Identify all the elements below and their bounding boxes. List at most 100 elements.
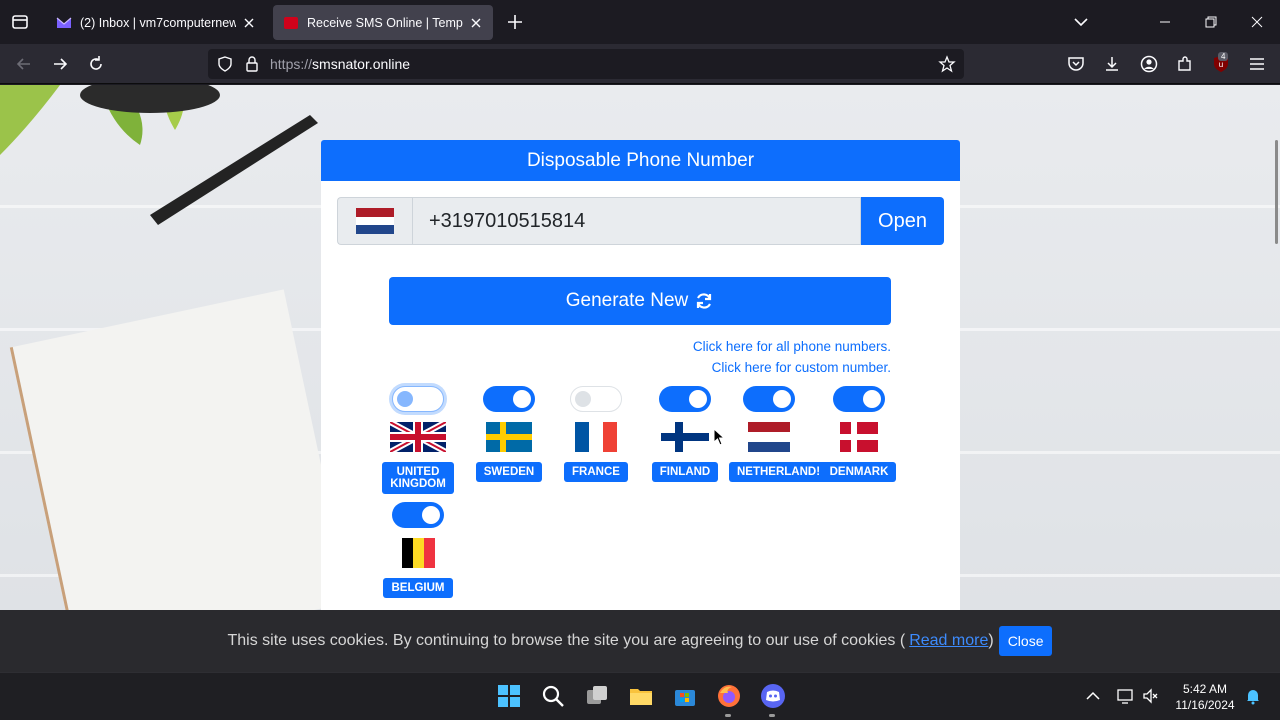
cookie-close-button[interactable]: Close <box>998 626 1053 656</box>
bookmark-star-icon[interactable] <box>938 55 956 73</box>
notification-bell-icon[interactable] <box>1244 687 1262 705</box>
reload-icon[interactable] <box>86 54 106 74</box>
tab-title: (2) Inbox | vm7computernewbo <box>80 15 236 30</box>
cookie-text: This site uses cookies. By continuing to… <box>227 632 906 649</box>
card-title: Disposable Phone Number <box>321 140 960 181</box>
windows-taskbar: 5:42 AM 11/16/2024 <box>0 672 1280 720</box>
windows-start-icon[interactable] <box>496 683 522 709</box>
url-host: smsnator.online <box>312 56 411 72</box>
country-label[interactable]: DENMARK <box>821 462 897 483</box>
cookie-banner: This site uses cookies. By continuing to… <box>0 610 1280 672</box>
selected-country-flag <box>337 197 412 245</box>
url-text: https://smsnator.online <box>270 56 410 72</box>
country-toggle[interactable] <box>659 386 711 412</box>
firefox-icon[interactable] <box>716 683 742 709</box>
country-label[interactable]: UNITED KINGDOM <box>382 462 454 495</box>
extension-badge: 4 <box>1218 52 1229 61</box>
country-label[interactable]: FINLAND <box>651 462 719 483</box>
read-more-link[interactable]: Read more <box>909 632 988 650</box>
running-app-indicator <box>769 714 775 717</box>
network-icon[interactable] <box>1116 687 1134 705</box>
custom-number-link[interactable]: Click here for custom number. <box>693 357 891 378</box>
lock-icon[interactable] <box>244 55 260 73</box>
number-row: +3197010515814 Open <box>337 197 944 245</box>
close-window-icon[interactable] <box>1234 0 1280 44</box>
chevron-up-icon[interactable] <box>1084 687 1102 705</box>
window-controls <box>1142 0 1280 44</box>
denmark-flag-icon <box>840 422 878 452</box>
search-icon[interactable] <box>540 683 566 709</box>
extensions-icon[interactable] <box>1175 54 1195 74</box>
tab-inbox[interactable]: (2) Inbox | vm7computernewbo <box>46 5 266 40</box>
clock-date: 11/16/2024 <box>1175 698 1235 712</box>
tab-receive-sms[interactable]: Receive SMS Online | Temporar <box>273 5 493 40</box>
generate-new-button[interactable]: Generate New <box>389 277 891 325</box>
plant-decoration-icon <box>0 85 318 225</box>
file-explorer-icon[interactable] <box>628 683 654 709</box>
all-numbers-link[interactable]: Click here for all phone numbers. <box>693 336 891 357</box>
open-button[interactable]: Open <box>861 197 944 245</box>
page-scrollbar[interactable] <box>1275 140 1278 244</box>
minimize-icon[interactable] <box>1142 0 1188 44</box>
forward-arrow-icon[interactable] <box>50 54 70 74</box>
finland-flag-icon <box>661 422 709 452</box>
belgium-flag-icon <box>402 538 435 568</box>
phone-number-card: Disposable Phone Number +3197010515814 O… <box>321 140 960 610</box>
cookie-close-paren: ) <box>988 632 994 649</box>
country-belgium: BELGIUM <box>378 502 458 599</box>
country-toggle[interactable] <box>483 386 535 412</box>
mouse-cursor-icon <box>713 428 725 446</box>
address-bar[interactable]: https://smsnator.online <box>208 49 964 79</box>
generate-label: Generate New <box>565 290 689 311</box>
task-view-icon[interactable] <box>584 683 610 709</box>
pocket-icon[interactable] <box>1066 54 1086 74</box>
clock-time: 5:42 AM <box>1182 682 1228 696</box>
country-toggle[interactable] <box>392 502 444 528</box>
close-tab-icon[interactable] <box>242 16 256 30</box>
country-label[interactable]: FRANCE <box>564 462 628 483</box>
chevron-down-icon[interactable] <box>1071 12 1091 32</box>
country-label-line: UNITED <box>396 466 440 478</box>
tab-title: Receive SMS Online | Temporar <box>307 15 463 30</box>
browser-nav-bar: https://smsnator.online u <box>0 44 1280 84</box>
number-links: Click here for all phone numbers. Click … <box>693 336 891 378</box>
country-france: FRANCE <box>556 386 636 483</box>
taskbar-clock[interactable]: 5:42 AM 11/16/2024 <box>1172 681 1238 713</box>
country-toggle[interactable] <box>570 386 622 412</box>
country-label[interactable]: BELGIUM <box>383 578 453 599</box>
active-app-indicator <box>725 714 731 717</box>
discord-icon[interactable] <box>760 683 786 709</box>
download-icon[interactable] <box>1102 54 1122 74</box>
back-arrow-icon[interactable] <box>14 54 34 74</box>
country-toggle[interactable] <box>392 386 444 412</box>
browser-tab-bar: (2) Inbox | vm7computernewbo Receive SMS… <box>0 0 1280 44</box>
restore-icon[interactable] <box>1188 0 1234 44</box>
country-label-line: KINGDOM <box>390 478 446 491</box>
new-tab-icon[interactable] <box>505 12 525 32</box>
netherlands-flag-icon <box>748 422 790 452</box>
country-toggle[interactable] <box>833 386 885 412</box>
web-page: Disposable Phone Number +3197010515814 O… <box>0 85 1280 610</box>
uk-flag-icon <box>390 422 446 452</box>
menu-icon[interactable] <box>1247 54 1267 74</box>
country-toggle[interactable] <box>743 386 795 412</box>
sweden-flag-icon <box>486 422 532 452</box>
country-united-kingdom: UNITED KINGDOM <box>378 386 458 495</box>
country-netherlands: NETHERLAND! <box>729 386 829 483</box>
volume-muted-icon[interactable] <box>1142 687 1160 705</box>
microsoft-store-icon[interactable] <box>672 683 698 709</box>
close-tab-icon[interactable] <box>469 16 483 30</box>
svg-text:u: u <box>1219 60 1223 69</box>
country-label[interactable]: NETHERLAND! <box>729 462 829 483</box>
account-icon[interactable] <box>1139 54 1159 74</box>
phone-number-field[interactable]: +3197010515814 <box>412 197 861 245</box>
netherlands-flag-icon <box>356 208 394 234</box>
mail-favicon-icon <box>56 17 72 28</box>
refresh-icon <box>697 293 712 309</box>
country-label[interactable]: SWEDEN <box>475 462 543 483</box>
sms-favicon-icon <box>284 16 298 29</box>
country-sweden: SWEDEN <box>469 386 549 483</box>
country-denmark: DENMARK <box>819 386 899 483</box>
tab-list-icon[interactable] <box>10 12 30 32</box>
shield-icon[interactable] <box>216 55 234 73</box>
